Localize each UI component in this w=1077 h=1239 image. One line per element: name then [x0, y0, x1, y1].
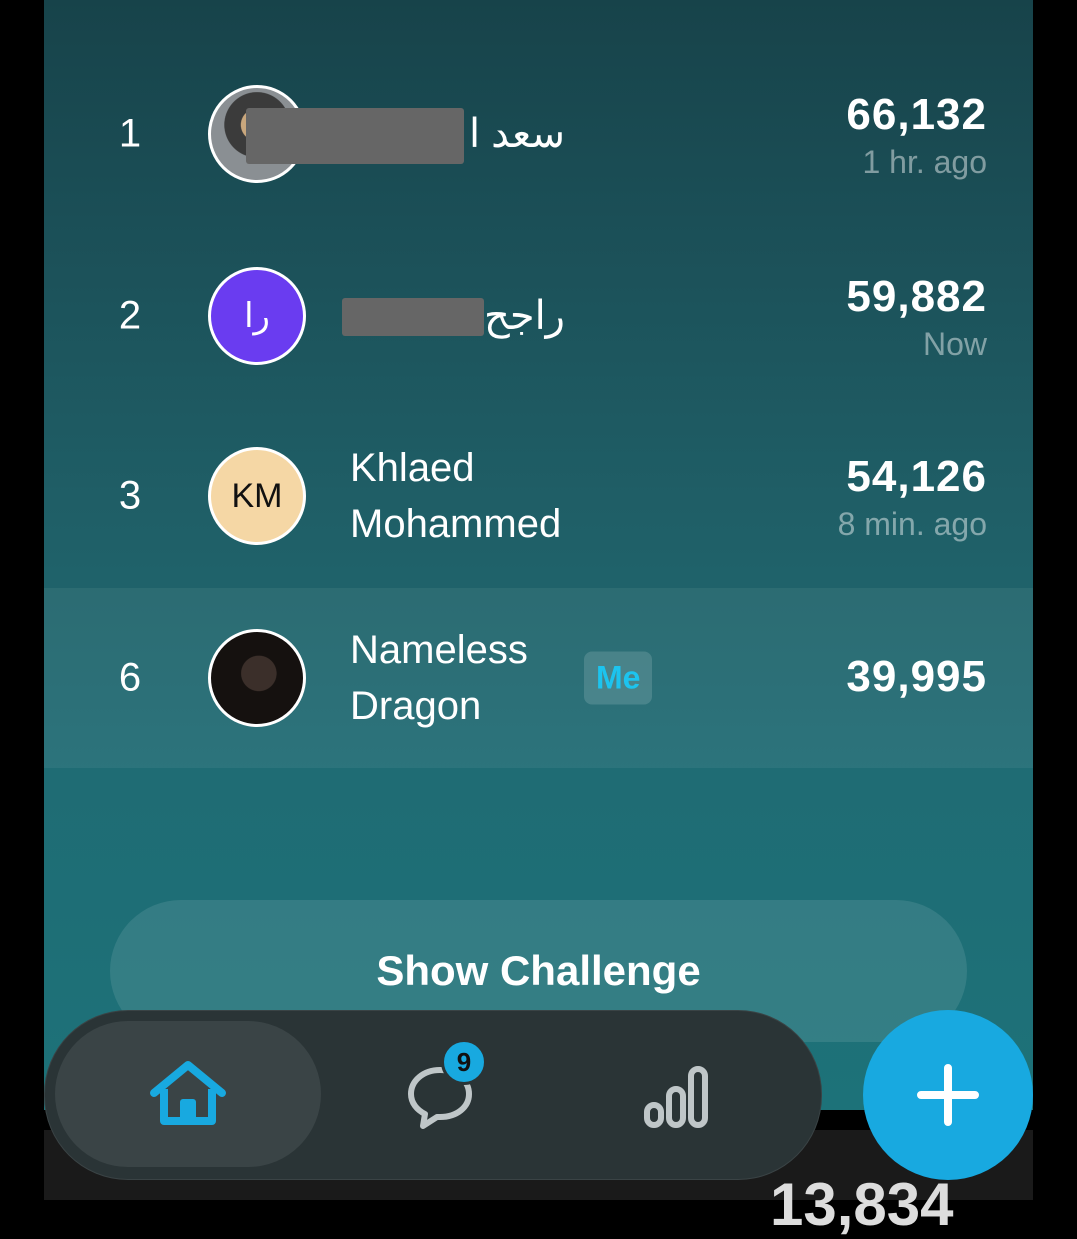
leaderboard-row[interactable]: 2 را راجح 59,882 Now — [44, 226, 1033, 406]
last-active: 8 min. ago — [837, 506, 987, 542]
score: 66,132 — [846, 90, 987, 139]
leaderboard-row-me[interactable]: 6 Nameless Dragon Me 39,995 — [44, 588, 1033, 768]
player-name: Khlaed Mohammed — [350, 446, 562, 546]
last-active: 1 hr. ago — [862, 144, 987, 180]
add-button[interactable] — [863, 1010, 1033, 1180]
last-active: Now — [922, 326, 987, 362]
plus-icon — [917, 1064, 979, 1126]
rank: 1 — [118, 111, 142, 156]
avatar: را — [208, 267, 306, 365]
redacted-block — [342, 298, 484, 336]
player-name: Nameless Dragon — [350, 628, 528, 728]
rank: 2 — [118, 293, 142, 338]
me-badge: Me — [584, 651, 653, 705]
rank: 6 — [118, 655, 142, 700]
score: 54,126 — [846, 452, 987, 501]
bar-chart-icon — [644, 1066, 708, 1128]
avatar: KM — [208, 447, 306, 545]
avatar — [208, 629, 306, 727]
leaderboard-row[interactable]: 3 KM Khlaed Mohammed 54,126 8 min. ago — [44, 406, 1033, 586]
player-name: سعد ا — [468, 112, 565, 156]
score: 39,995 — [846, 652, 987, 701]
tab-bar: 9 — [44, 1010, 822, 1180]
leaderboard-row[interactable]: 1 سعد ا 66,132 1 hr. ago — [44, 44, 1033, 224]
rank: 3 — [118, 473, 142, 518]
tab-stats[interactable] — [637, 1059, 717, 1135]
leaderboard-card: 1 سعد ا 66,132 1 hr. ago 2 را راجح 59,88… — [44, 0, 1033, 1110]
messages-count-badge: 9 — [441, 1039, 487, 1085]
tab-home[interactable] — [55, 1021, 321, 1167]
home-icon — [141, 1055, 235, 1133]
partial-number: 13,834 — [770, 1171, 954, 1238]
score: 59,882 — [846, 272, 987, 321]
tab-messages[interactable]: 9 — [395, 1039, 487, 1135]
